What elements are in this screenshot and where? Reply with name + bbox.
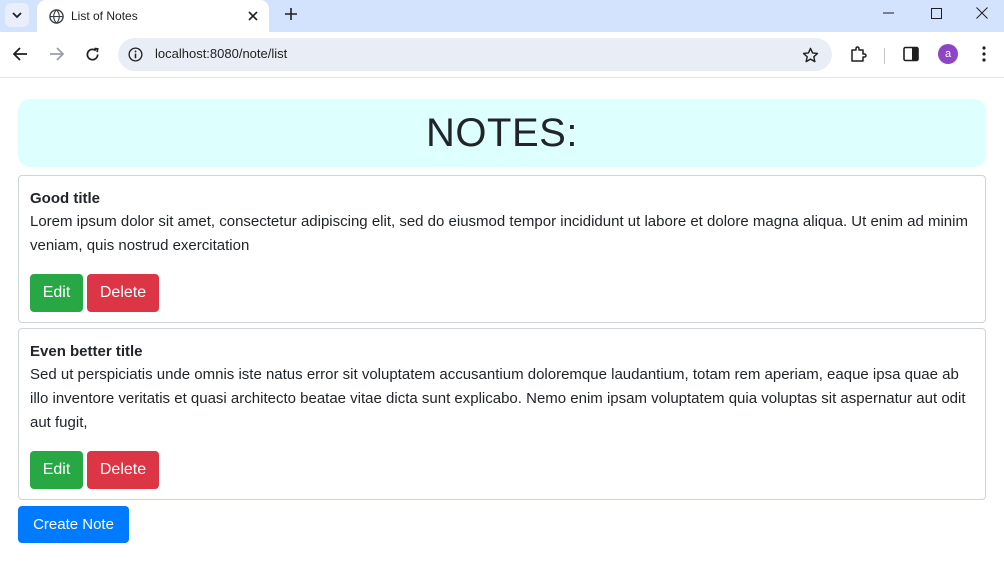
maximize-icon[interactable] — [913, 0, 959, 26]
side-panel-icon[interactable] — [899, 42, 923, 66]
minimize-icon[interactable] — [865, 0, 911, 26]
note-actions: Edit Delete — [30, 274, 974, 312]
note-title: Even better title — [30, 343, 143, 360]
tab-search-icon — [12, 12, 22, 19]
profile-avatar[interactable]: a — [938, 44, 958, 64]
star-icon[interactable] — [800, 45, 820, 65]
window-close-icon[interactable] — [959, 0, 1004, 26]
more-icon[interactable] — [972, 42, 996, 66]
header-banner: NOTES: — [18, 99, 986, 167]
back-icon[interactable] — [5, 39, 35, 69]
info-icon[interactable] — [127, 46, 144, 63]
note-body: Sed ut perspiciatis unde omnis iste natu… — [30, 366, 966, 431]
page-content: NOTES: Good title Lorem ipsum dolor sit … — [0, 79, 1004, 579]
delete-button[interactable]: Delete — [87, 451, 159, 489]
note-title: Good title — [30, 190, 100, 207]
browser-tab[interactable]: List of Notes — [37, 0, 269, 32]
globe-icon — [48, 8, 64, 24]
note-body: Lorem ipsum dolor sit amet, consectetur … — [30, 213, 968, 254]
edit-button[interactable]: Edit — [30, 274, 83, 312]
extensions-icon[interactable] — [846, 42, 870, 66]
url-text: localhost:8080/note/list — [155, 46, 288, 61]
page-title: NOTES: — [426, 110, 578, 155]
edit-button[interactable]: Edit — [30, 451, 83, 489]
plus-icon[interactable] — [279, 2, 303, 26]
note-actions: Edit Delete — [30, 451, 974, 489]
toolbar-separator — [884, 48, 885, 64]
tab-title: List of Notes — [71, 9, 138, 23]
address-bar[interactable]: localhost:8080/note/list — [118, 38, 832, 71]
close-icon[interactable] — [243, 6, 263, 26]
note-card: Even better title Sed ut perspiciatis un… — [18, 328, 986, 500]
forward-icon[interactable] — [41, 39, 71, 69]
reload-icon[interactable] — [77, 39, 107, 69]
browser-toolbar: localhost:8080/note/list a — [0, 32, 1004, 78]
tab-strip: List of Notes — [0, 0, 1004, 32]
create-note-button[interactable]: Create Note — [18, 506, 129, 543]
tab-search-button[interactable] — [5, 3, 29, 27]
delete-button[interactable]: Delete — [87, 274, 159, 312]
note-card: Good title Lorem ipsum dolor sit amet, c… — [18, 175, 986, 323]
